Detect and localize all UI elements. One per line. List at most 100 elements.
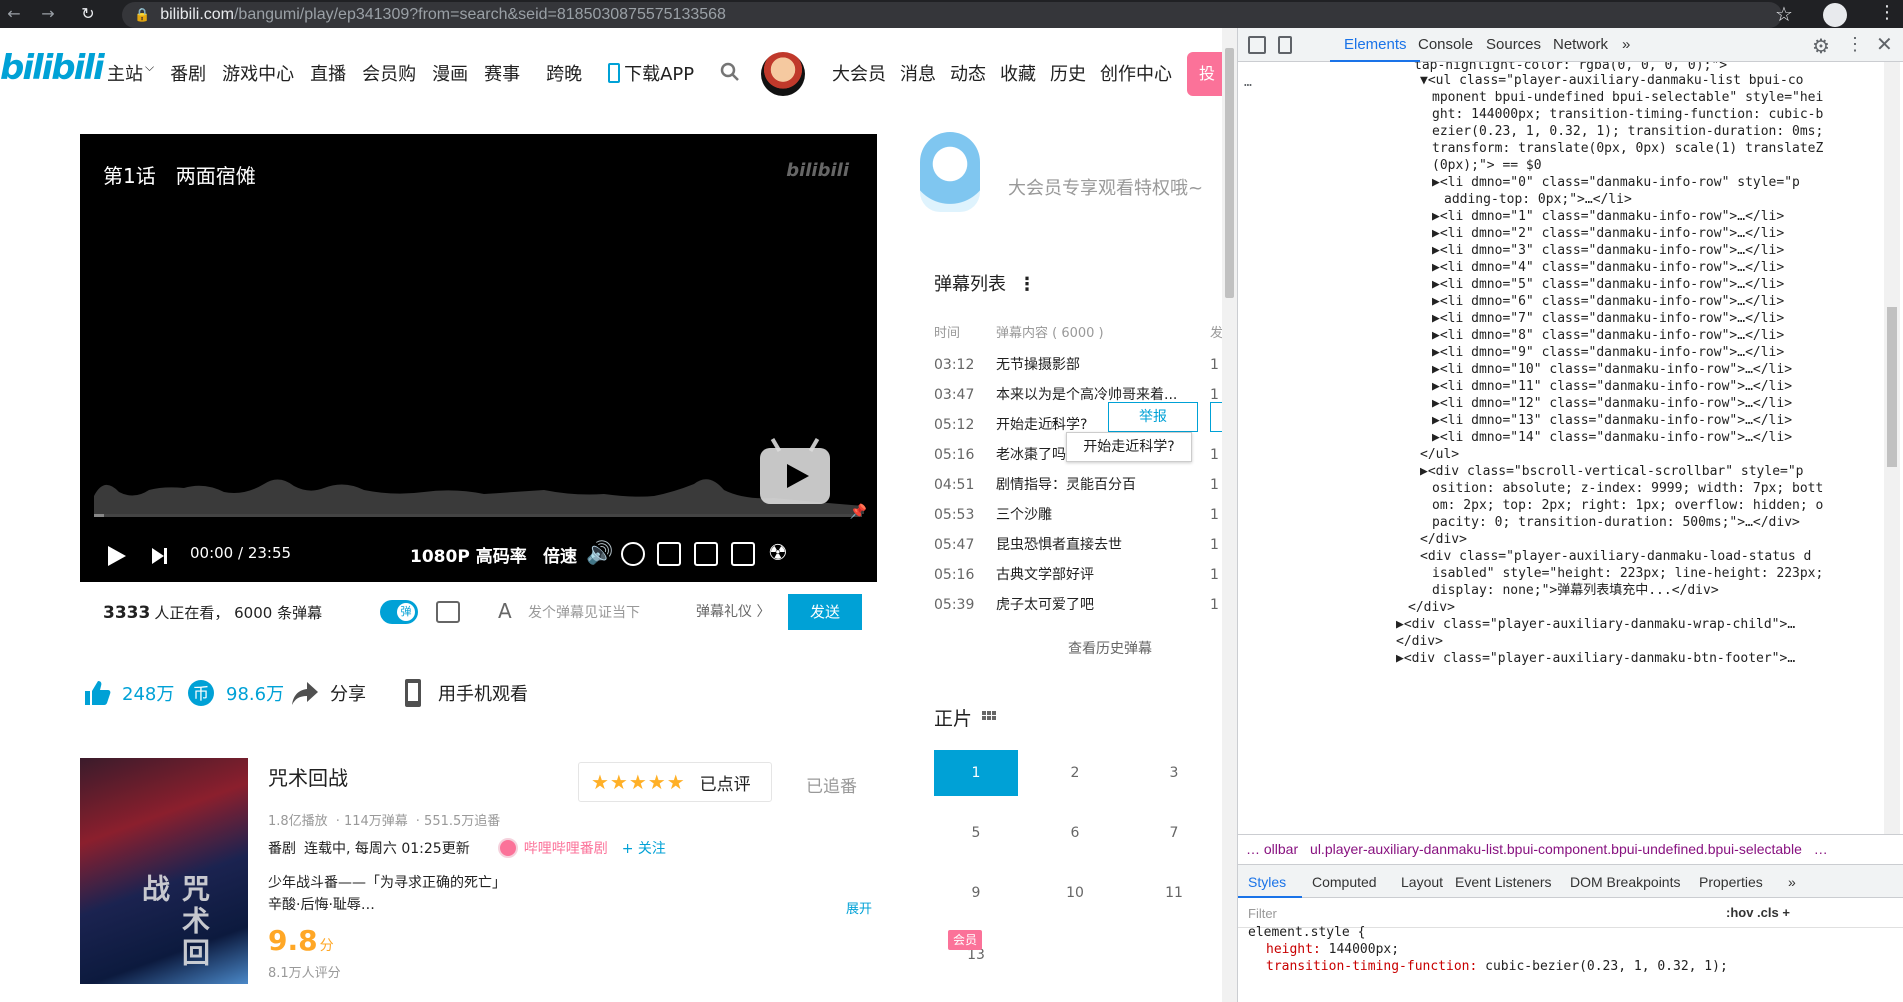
dom-line[interactable]: ▶<div class="player-auxiliary-danmaku-wr… (1396, 614, 1795, 635)
col-content[interactable]: 弹幕内容 ( 6000 ) (996, 322, 1104, 341)
tab-dom-breakpoints[interactable]: DOM Breakpoints (1570, 874, 1680, 890)
uploader-avatar[interactable] (497, 838, 518, 858)
dom-line[interactable]: pacity: 0; transition-duration: 500ms;">… (1432, 512, 1800, 533)
nav-manga[interactable]: 漫画 (432, 60, 468, 86)
rating-button[interactable]: ★★★★★ 已点评 (578, 762, 772, 802)
episode-button[interactable]: 10 (1033, 870, 1117, 916)
danmaku-settings-icon[interactable] (436, 601, 460, 623)
danmaku-toggle[interactable] (380, 600, 418, 624)
gear-icon[interactable]: ⚙ (1812, 34, 1830, 59)
nav-match[interactable]: 赛事 (484, 60, 520, 86)
vip-banner[interactable]: 大会员专享观看特权哦~ (920, 132, 1222, 222)
nav-game[interactable]: 游戏中心 (222, 60, 294, 86)
list-item[interactable]: 05:16 古典文学部好评 1 (934, 560, 1222, 590)
tab-elements[interactable]: Elements (1344, 36, 1407, 53)
send-button[interactable]: 发送 (788, 594, 862, 630)
video-player[interactable]: 第1话 两面宿傩 bilibili 📌 00:00 / 23:55 1080P 高… (80, 134, 877, 582)
close-icon[interactable]: ✕ (1876, 32, 1893, 57)
like-button[interactable]: 248万 (82, 678, 174, 708)
hov-cls-toggles[interactable]: :hov .cls + (1726, 905, 1790, 920)
nav-history[interactable]: 历史 (1050, 60, 1086, 86)
nav-chevron-icon[interactable]: ⌵ (145, 60, 154, 86)
nav-anime[interactable]: 番剧 (170, 60, 206, 86)
list-item[interactable]: 05:39 虎子太可爱了吧 1 (934, 590, 1222, 620)
more-tabs-icon[interactable]: » (1788, 874, 1796, 890)
nav-creator[interactable]: 创作中心 (1100, 60, 1172, 86)
inspect-icon[interactable] (1248, 36, 1266, 54)
block-button[interactable] (1210, 402, 1222, 432)
volume-icon[interactable]: 🔊 (586, 542, 613, 566)
widescreen-icon[interactable] (694, 542, 718, 566)
coin-button[interactable]: 币 98.6万 (186, 678, 284, 708)
expand-link[interactable]: 展开 (846, 898, 872, 917)
episode-button[interactable]: 5 (934, 810, 1018, 856)
bilibili-logo[interactable]: bilibili (0, 48, 105, 88)
col-time[interactable]: 时间 (934, 322, 960, 341)
follow-button[interactable]: + 关注 (622, 838, 666, 858)
profile-icon[interactable] (1823, 3, 1847, 27)
reload-icon[interactable]: ↻ (74, 0, 102, 28)
breadcrumb-item[interactable]: … ollbar (1246, 841, 1298, 857)
css-selector[interactable]: element.style { (1248, 924, 1365, 941)
episode-button[interactable]: 7 (1132, 810, 1216, 856)
list-item[interactable]: 03:12 无节操摄影部 1 (934, 350, 1222, 380)
upload-button[interactable]: 投 (1187, 52, 1227, 96)
settings-icon[interactable] (621, 542, 645, 566)
webfullscreen-icon[interactable] (731, 542, 755, 566)
font-style-icon[interactable]: A (498, 599, 512, 623)
kebab-menu-icon[interactable]: ⋮ (1846, 34, 1864, 55)
tab-console[interactable]: Console (1418, 36, 1473, 53)
more-tabs-icon[interactable]: » (1622, 36, 1630, 53)
mobile-watch-button[interactable]: 用手机观看 (398, 678, 528, 708)
nav-gala[interactable]: 跨晚 (546, 60, 582, 86)
quality-button[interactable]: 1080P 高码率 (410, 542, 527, 567)
page-scrollbar[interactable] (1222, 28, 1237, 1002)
tab-properties[interactable]: Properties (1699, 874, 1763, 890)
share-button[interactable]: 分享 (290, 678, 366, 708)
play-icon[interactable] (108, 546, 126, 566)
address-bar[interactable]: 🔒 bilibili.com/bangumi/play/ep341309?fro… (122, 2, 1782, 28)
css-declaration[interactable]: height: 144000px; (1266, 941, 1399, 958)
anime-cover[interactable]: 咒术回战 (80, 758, 248, 984)
bookmark-star-icon[interactable]: ☆ (1775, 2, 1793, 26)
nav-vip[interactable]: 大会员 (832, 60, 886, 86)
forward-icon[interactable]: → (34, 0, 62, 28)
dom-line[interactable]: display: none;">弹幕列表填充中...</div> (1432, 580, 1719, 601)
nav-dynamic[interactable]: 动态 (950, 60, 986, 86)
page-scroll-thumb[interactable] (1225, 48, 1234, 298)
episode-button[interactable]: 11 (1132, 870, 1216, 916)
media-title[interactable]: 咒术回战 (268, 762, 348, 791)
episode-button[interactable]: 1 (934, 750, 1018, 796)
progress-bar[interactable] (94, 514, 862, 517)
history-danmaku-link[interactable]: 查看历史弹幕 (1068, 638, 1152, 658)
episode-button[interactable]: 3 (1132, 750, 1216, 796)
report-button[interactable]: 举报 (1108, 402, 1198, 432)
browser-menu-icon[interactable]: ⋮ (1878, 2, 1896, 23)
bilibili-tv-play-icon[interactable] (760, 448, 830, 504)
css-declaration[interactable]: transition-timing-function: cubic-bezier… (1266, 958, 1728, 975)
list-item[interactable]: 05:47 昆虫恐惧者直接去世 1 (934, 530, 1222, 560)
breadcrumb-more[interactable]: … (1814, 841, 1828, 857)
pip-icon[interactable] (657, 542, 681, 566)
list-item[interactable]: 05:53 三个沙雕 1 (934, 500, 1222, 530)
nav-main[interactable]: 主站 (107, 60, 143, 86)
speed-button[interactable]: 倍速 (543, 542, 577, 567)
download-app-link[interactable]: 下载APP (608, 60, 710, 86)
nav-messages[interactable]: 消息 (900, 60, 936, 86)
back-icon[interactable]: ← (0, 0, 28, 28)
list-item[interactable]: 04:51 剧情指导：灵能百分百 1 (934, 470, 1222, 500)
danmaku-input[interactable]: 发个弹幕见证当下 (528, 602, 640, 622)
nav-live[interactable]: 直播 (310, 60, 346, 86)
uploader-name[interactable]: 哔哩哔哩番剧 (524, 838, 608, 858)
search-icon[interactable] (720, 62, 740, 82)
dom-scroll-thumb[interactable] (1887, 307, 1897, 467)
danmaku-etiquette-link[interactable]: 弹幕礼仪 〉 (696, 601, 770, 621)
user-avatar[interactable] (761, 52, 805, 96)
fullscreen-icon[interactable]: ☢ (768, 542, 792, 566)
grid-view-icon[interactable] (982, 711, 997, 725)
nav-favorites[interactable]: 收藏 (1000, 60, 1036, 86)
pin-icon[interactable]: 📌 (850, 504, 867, 520)
nav-shop[interactable]: 会员购 (362, 60, 416, 86)
ellipsis-icon[interactable]: … (1244, 72, 1252, 93)
episode-button[interactable]: 9 (934, 870, 1018, 916)
